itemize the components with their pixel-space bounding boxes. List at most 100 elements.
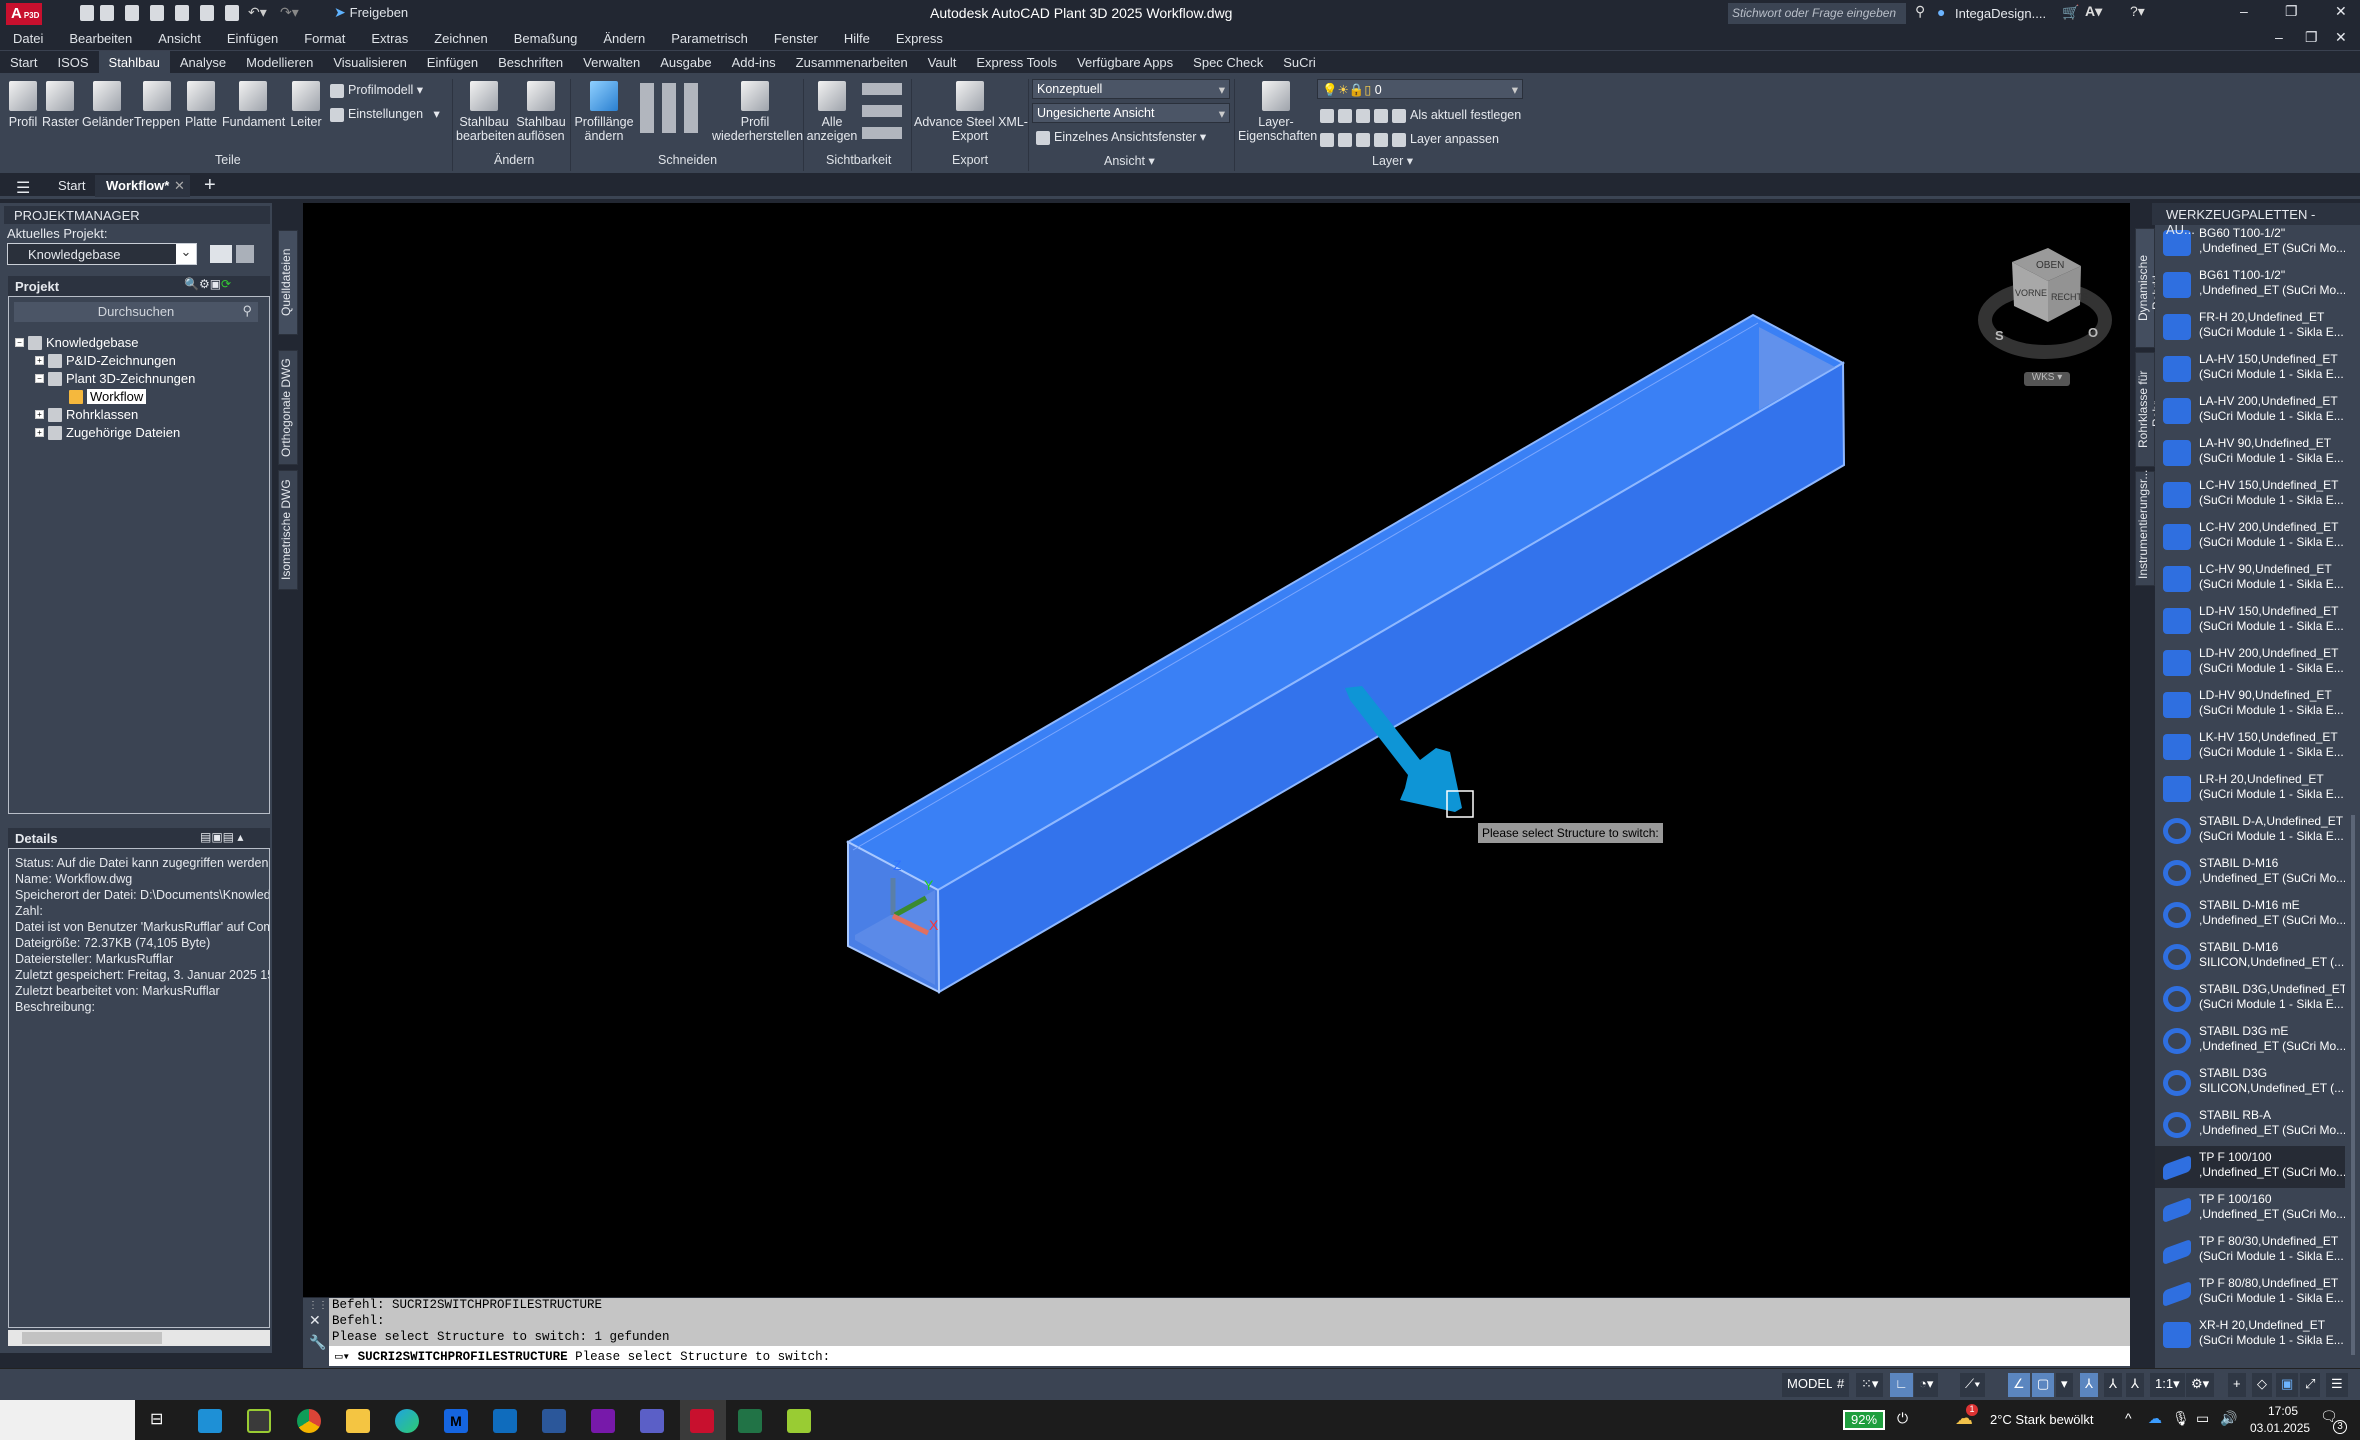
palette-item[interactable]: LA-HV 90,Undefined_ET (SuCri Module 1 - S… [2155,432,2345,474]
chrome-icon[interactable] [297,1409,321,1433]
task-view-icon[interactable]: ⊟ [150,1409,174,1433]
clamp-icon [2163,440,2191,466]
clamp-icon [2163,356,2191,382]
palette-item-label: (SuCri Module 1 - Sikla E... [2199,1291,2344,1305]
app-icon-green[interactable] [247,1409,271,1433]
onenote-icon[interactable] [591,1409,615,1433]
palette-item[interactable]: LK-HV 150,Undefined_ET (SuCri Module 1 - … [2155,726,2345,768]
tab-rohrklasse[interactable]: Rohrklasse für Rohr... [2135,352,2164,467]
compass-east: O [2088,325,2098,340]
palette-item[interactable]: STABIL D3G,Undefined_ET (SuCri Module 1 -… [2155,978,2345,1020]
palette-item[interactable]: LC-HV 150,Undefined_ET (SuCri Module 1 - … [2155,474,2345,516]
object-snap-icon[interactable]: ▢ [2032,1373,2055,1397]
volume-icon[interactable]: 🔊 [2220,1410,2237,1427]
channel-icon [2163,1196,2191,1224]
teams-icon[interactable] [640,1409,664,1433]
palette-item[interactable]: TP F 100/100 ,Undefined_ET (SuCri Mo... [2155,1146,2345,1188]
close-icon[interactable]: ✕ [309,1312,321,1329]
viewcube-front-label: VORNE [2015,288,2047,298]
edge-icon[interactable] [395,1409,419,1433]
palette-item[interactable]: LC-HV 90,Undefined_ET (SuCri Module 1 - S… [2155,558,2345,600]
command-input[interactable]: ▭▾ SUCRI2SWITCHPROFILESTRUCTURE Please s… [329,1346,2130,1366]
wrench-icon[interactable]: 🔧 [309,1334,326,1351]
palette-item[interactable]: LA-HV 150,Undefined_ET (SuCri Module 1 - … [2155,348,2345,390]
palette-item-label: BG61 T100-1/2" [2199,268,2286,282]
palette-item-label: LD-HV 150,Undefined_ET [2199,604,2339,618]
onedrive-icon[interactable]: ☁ [2148,1410,2162,1427]
palette-item[interactable]: STABIL RB-A ,Undefined_ET (SuCri Mo... [2155,1104,2345,1146]
tab-dynamische-rohrklasse[interactable]: Dynamische Rohrkl... [2135,228,2164,348]
clock-time[interactable]: 17:05 [2268,1404,2298,1418]
fullscreen-icon[interactable]: ⤢ [2300,1373,2321,1397]
palette-item-label: LC-HV 200,Undefined_ET [2199,520,2339,534]
tab-instrumentierung[interactable]: Instrumentierungsr... [2135,470,2155,586]
file-explorer-icon[interactable] [346,1409,370,1433]
annotation-visibility-icon[interactable]: ⅄ [2080,1373,2098,1397]
palette-item[interactable]: LC-HV 200,Undefined_ET (SuCri Module 1 - … [2155,516,2345,558]
ucs-dropdown[interactable]: WKS ▾ [2024,372,2070,386]
prompt-text: Please select Structure to switch: [575,1350,831,1364]
viewcube-right-label: RECHTS [2051,292,2088,302]
graphics-performance-icon[interactable]: ▣ [2276,1373,2299,1397]
isodraft-icon[interactable]: ⟋▾ [1960,1373,1986,1397]
palette-item-label: (SuCri Module 1 - Sikla E... [2199,745,2344,759]
power-status-icon[interactable]: ▭ [2196,1410,2209,1427]
palette-item[interactable]: FR-H 20,Undefined_ET (SuCri Module 1 - Si… [2155,306,2345,348]
taskbar-search-box[interactable] [0,1400,135,1440]
auto-scale-icon[interactable]: ⅄ [2104,1373,2122,1397]
palette-item[interactable]: STABIL D3G mE ,Undefined_ET (SuCri Mo... [2155,1020,2345,1062]
clamp-icon [2163,734,2191,760]
word-icon[interactable] [542,1409,566,1433]
palette-item[interactable]: STABIL D-M16 mE ,Undefined_ET (SuCri Mo..… [2155,894,2345,936]
weather-text[interactable]: 2°C Stark bewölkt [1990,1412,2093,1427]
workspace-gear-icon[interactable]: ⚙▾ [2186,1373,2215,1397]
palette-item[interactable]: STABIL D-A,Undefined_ET (SuCri Module 1 -… [2155,810,2345,852]
ortho-icon[interactable]: ∟ [1890,1373,1913,1397]
app-icon-remote[interactable] [198,1409,222,1433]
palette-item[interactable]: LD-HV 150,Undefined_ET (SuCri Module 1 - … [2155,600,2345,642]
plus-icon[interactable]: + [2228,1373,2246,1397]
snap-icon[interactable]: ⁙▾ [1856,1373,1884,1397]
polar-tracking-icon[interactable]: ◔▾ [1914,1373,1939,1397]
palette-item[interactable]: LD-HV 200,Undefined_ET (SuCri Module 1 - … [2155,642,2345,684]
chevron-up-icon[interactable]: ^ [2125,1410,2132,1426]
palette-item[interactable]: STABIL D-M16 SILICON,Undefined_ET (... [2155,936,2345,978]
palette-item-label: (SuCri Module 1 - Sikla E... [2199,325,2344,339]
battery-indicator[interactable]: 92% [1843,1410,1885,1430]
palette-item[interactable]: TP F 80/30,Undefined_ET (SuCri Module 1 -… [2155,1230,2345,1272]
palette-item[interactable]: STABIL D3G SILICON,Undefined_ET (... [2155,1062,2345,1104]
palette-item[interactable]: XR-H 20,Undefined_ET (SuCri Module 1 - Si… [2155,1314,2345,1356]
ring-icon [2163,1028,2191,1054]
viewcube[interactable]: OBEN VORNE RECHTS S O [1978,248,2112,359]
autocad-plant3d-icon[interactable] [690,1409,714,1433]
grid-icon[interactable]: # [1832,1373,1850,1397]
excel-icon[interactable] [738,1409,762,1433]
palette-item-label: (SuCri Module 1 - Sikla E... [2199,703,2344,717]
outlook-icon[interactable] [493,1409,517,1433]
microphone-icon[interactable]: 🎙 [2172,1410,2190,1427]
palette-item[interactable]: TP F 80/80,Undefined_ET (SuCri Module 1 -… [2155,1272,2345,1314]
palette-item[interactable]: LR-H 20,Undefined_ET (SuCri Module 1 - Si… [2155,768,2345,810]
palette-item-label: LC-HV 150,Undefined_ET [2199,478,2339,492]
palette-item-label: (SuCri Module 1 - Sikla E... [2199,451,2344,465]
palette-item-label: LD-HV 200,Undefined_ET [2199,646,2339,660]
annotation-scale-dropdown[interactable]: 1:1▾ [2150,1373,2185,1397]
palette-item[interactable]: BG61 T100-1/2" ,Undefined_ET (SuCri Mo... [2155,264,2345,306]
annotation-scale-icon[interactable]: ⅄ [2126,1373,2144,1397]
palette-item[interactable]: STABIL D-M16 ,Undefined_ET (SuCri Mo... [2155,852,2345,894]
palette-item[interactable]: TP F 100/160 ,Undefined_ET (SuCri Mo... [2155,1188,2345,1230]
object-snap-tracking-icon[interactable]: ∠ [2008,1373,2030,1397]
app-icon-m[interactable]: M [444,1409,468,1433]
palette-item-label: SILICON,Undefined_ET (... [2199,1081,2345,1095]
clock-date[interactable]: 03.01.2025 [2250,1421,2310,1435]
isolate-objects-icon[interactable]: ◇ [2252,1373,2272,1397]
palette-item[interactable]: LD-HV 90,Undefined_ET (SuCri Module 1 - S… [2155,684,2345,726]
terminal-icon[interactable]: ▭▾ [335,1350,358,1364]
palette-item[interactable]: LA-HV 200,Undefined_ET (SuCri Module 1 - … [2155,390,2345,432]
palette-scrollbar[interactable] [2351,815,2355,1355]
object-snap-menu[interactable]: ▾ [2056,1373,2073,1397]
customize-menu-icon[interactable]: ☰ [2326,1373,2348,1397]
steel-beam[interactable] [845,313,1846,994]
clamp-icon [2163,650,2191,676]
notepad-icon[interactable] [787,1409,811,1433]
